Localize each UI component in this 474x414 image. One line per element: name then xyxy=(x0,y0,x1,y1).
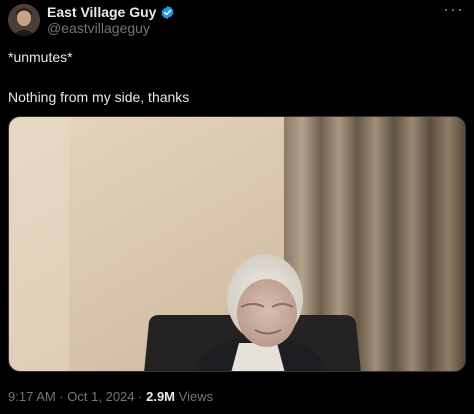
author-display-name[interactable]: East Village Guy xyxy=(47,4,156,20)
tweet-text-line: Nothing from my side, thanks xyxy=(8,89,190,105)
tweet-text-line: *unmutes* xyxy=(8,49,73,65)
tweet-media[interactable] xyxy=(8,116,466,372)
tweet-date[interactable]: Oct 1, 2024 xyxy=(67,389,134,404)
views-count[interactable]: 2.9M xyxy=(146,389,175,404)
more-options-icon[interactable]: ··· xyxy=(443,0,464,18)
tweet-time[interactable]: 9:17 AM xyxy=(8,389,56,404)
avatar[interactable] xyxy=(8,4,40,36)
avatar-image xyxy=(8,4,40,36)
meta-separator: · xyxy=(59,389,64,404)
author-name-row: East Village Guy xyxy=(47,4,175,20)
views-label: Views xyxy=(178,389,214,404)
meta-separator: · xyxy=(138,389,143,404)
tweet-meta: 9:17 AM · Oct 1, 2024 · 2.9M Views xyxy=(8,389,213,405)
author-handle[interactable]: @eastvillageguy xyxy=(47,20,175,36)
tweet-author: East Village Guy @eastvillageguy xyxy=(47,4,175,36)
verified-badge-icon[interactable] xyxy=(160,5,175,20)
media-image xyxy=(9,117,465,371)
